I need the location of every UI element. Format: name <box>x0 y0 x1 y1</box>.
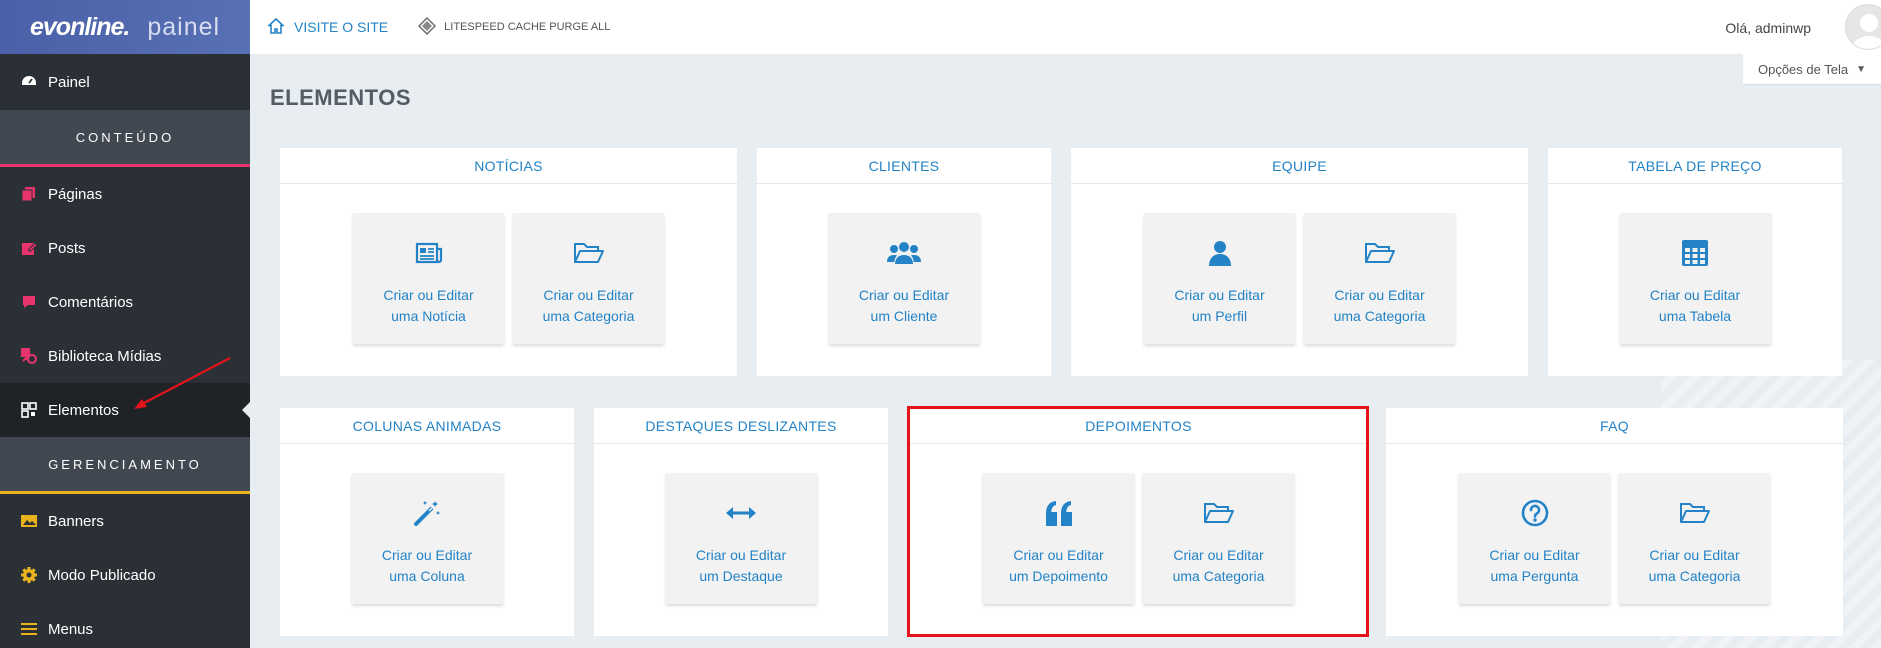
tile-create-categoria-faq[interactable]: Criar ou Editar uma Categoria <box>1619 473 1770 604</box>
screen-options-button[interactable]: Opções de Tela ▼ <box>1743 54 1881 84</box>
litespeed-icon <box>418 16 437 38</box>
home-icon <box>266 17 286 37</box>
tile-create-perfil[interactable]: Criar ou Editar um Perfil <box>1144 213 1295 344</box>
card-noticias: NOTÍCIAS Criar ou Editar uma Notícia Cria… <box>280 148 737 376</box>
page-title: ELEMENTOS <box>270 85 412 110</box>
card-tabela-preco: TABELA DE PREÇO Criar ou Editar uma Tabel… <box>1548 148 1842 376</box>
folder-open-icon <box>1679 499 1711 527</box>
folder-open-icon <box>1364 239 1396 267</box>
tile-label-line: uma Tabela <box>1658 308 1732 324</box>
tile-create-categoria-equipe[interactable]: Criar ou Editar uma Categoria <box>1304 213 1455 344</box>
card-destaques-deslizantes: DESTAQUES DESLIZANTES Criar ou Editar um … <box>594 408 888 636</box>
tile-create-destaque[interactable]: Criar ou Editar um Destaque <box>665 473 817 604</box>
magic-wand-icon <box>413 499 441 527</box>
tile-label-line: Criar ou Editar <box>383 287 474 303</box>
tile-label-line: Criar ou Editar <box>1174 287 1265 303</box>
tile-create-tabela[interactable]: Criar ou Editar uma Tabela <box>1619 213 1771 344</box>
table-icon <box>1681 239 1709 267</box>
sidebar-item-modo-publicado[interactable]: Modo Publicado <box>0 548 250 602</box>
card-title: COLUNAS ANIMADAS <box>280 408 574 444</box>
tile-label-line: Criar ou Editar <box>858 287 950 303</box>
user-greeting[interactable]: Olá, adminwp <box>1725 20 1811 36</box>
sidebar-item-label: Modo Publicado <box>48 566 156 584</box>
visit-site-label: VISITE O SITE <box>294 19 389 35</box>
litespeed-purge-link[interactable]: LITESPEED CACHE PURGE ALL <box>418 16 611 38</box>
newspaper-icon <box>415 239 443 267</box>
tile-label-line: Criar ou Editar <box>1649 547 1740 563</box>
litespeed-label: LITESPEED CACHE PURGE ALL <box>444 21 611 33</box>
tile-label-line: um Destaque <box>699 568 783 584</box>
banner-icon <box>20 512 38 530</box>
tile-create-cliente[interactable]: Criar ou Editar um Cliente <box>828 213 980 344</box>
annotation-arrow <box>134 357 231 409</box>
tile-create-noticia[interactable]: Criar ou Editar uma Notícia <box>353 213 504 344</box>
tile-label-line: Criar ou Editar <box>1649 287 1741 303</box>
card-title: FAQ <box>1386 408 1843 444</box>
card-clientes: CLIENTES Criar ou Editar um Cliente <box>757 148 1051 376</box>
tile-label-line: Criar ou Editar <box>1334 287 1425 303</box>
sidebar-item-label: Banners <box>48 512 104 530</box>
sidebar-item-label: Menus <box>48 620 94 638</box>
card-title: CLIENTES <box>757 148 1051 184</box>
tile-create-pergunta[interactable]: Criar ou Editar uma Pergunta <box>1459 473 1610 604</box>
highlight-box-depoimentos <box>907 406 1369 637</box>
tile-label-line: Criar ou Editar <box>543 287 634 303</box>
question-circle-icon <box>1521 499 1549 527</box>
user-icon <box>1207 239 1233 267</box>
avatar-user-icon <box>1852 14 1881 49</box>
menu-bars-icon <box>20 620 38 638</box>
tile-label-line: Criar ou Editar <box>695 547 787 563</box>
tile-label-line: uma Coluna <box>389 568 465 584</box>
sidebar-item-banners[interactable]: Banners <box>0 494 250 548</box>
tile-label-line: uma Pergunta <box>1490 568 1579 584</box>
tile-label-line: uma Notícia <box>391 308 466 324</box>
tile-label-line: Criar ou Editar <box>1489 547 1580 563</box>
chevron-down-icon: ▼ <box>1856 63 1866 75</box>
card-title: DESTAQUES DESLIZANTES <box>594 408 888 444</box>
tile-label-line: Criar ou Editar <box>381 547 473 563</box>
users-group-icon <box>887 239 921 267</box>
folder-open-icon <box>573 239 605 267</box>
tile-label-line: uma Categoria <box>1333 308 1426 324</box>
screen-options-label: Opções de Tela <box>1757 61 1849 77</box>
visit-site-link[interactable]: VISITE O SITE <box>266 17 389 37</box>
card-colunas-animadas: COLUNAS ANIMADAS Criar ou Editar uma Colu… <box>280 408 574 636</box>
tile-create-coluna[interactable]: Criar ou Editar uma Coluna <box>351 473 503 604</box>
top-bar: VISITE O SITE LITESPEED CACHE PURGE ALL … <box>250 0 1881 54</box>
tile-label-line: um Perfil <box>1191 308 1248 324</box>
tile-label-line: uma Categoria <box>542 308 635 324</box>
sidebar-item-menus[interactable]: Menus <box>0 602 250 648</box>
tile-label-line: um Cliente <box>870 308 938 324</box>
gear-icon <box>20 566 38 584</box>
card-equipe: EQUIPE Criar ou Editar um Perfil Criar ou… <box>1071 148 1528 376</box>
card-title: EQUIPE <box>1071 148 1528 184</box>
card-title: NOTÍCIAS <box>280 148 737 184</box>
tile-create-categoria-noticia[interactable]: Criar ou Editar uma Categoria <box>513 213 664 344</box>
avatar[interactable] <box>1845 4 1881 50</box>
tile-label-line: uma Categoria <box>1648 568 1741 584</box>
arrows-horizontal-icon <box>725 499 757 527</box>
card-faq: FAQ Criar ou Editar uma Pergunta Criar ou… <box>1386 408 1843 636</box>
section-header-manage: GERENCIAMENTO <box>0 437 250 494</box>
card-title: TABELA DE PREÇO <box>1548 148 1842 184</box>
